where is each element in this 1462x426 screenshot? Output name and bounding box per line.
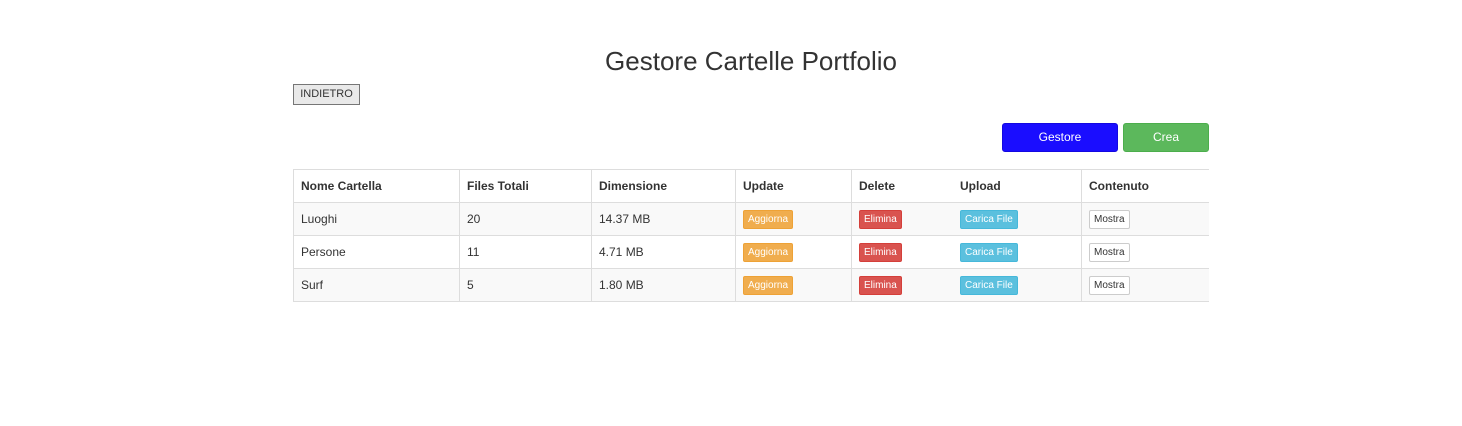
- upload-cell: Carica File: [953, 268, 1082, 302]
- create-folder-button[interactable]: Crea Cartella: [1123, 123, 1209, 171]
- upload-cell: Carica File: [953, 235, 1082, 269]
- header-total-files: Files Totali: [459, 169, 592, 203]
- delete-button[interactable]: Elimina: [859, 275, 902, 295]
- delete-button[interactable]: Elimina: [859, 242, 902, 262]
- header-upload: Upload: [953, 169, 1082, 203]
- update-cell: Aggiorna: [735, 268, 852, 302]
- update-button[interactable]: Aggiorna: [743, 209, 794, 229]
- folder-size: 1.80 MB: [591, 268, 736, 302]
- content-cell: Mostra: [1081, 202, 1209, 236]
- upload-button[interactable]: Carica File: [960, 275, 1018, 295]
- header-update: Update: [735, 169, 852, 203]
- content-cell: Mostra: [1081, 268, 1209, 302]
- folder-name: Luoghi: [293, 202, 460, 236]
- table-row: Surf 5 1.80 MB Aggiorna Elimina Carica F…: [293, 268, 1209, 302]
- upload-cell: Carica File: [953, 202, 1082, 236]
- files-count: 11: [459, 235, 592, 269]
- table-header-row: Nome Cartella Files Totali Dimensione Up…: [293, 169, 1209, 203]
- upload-button[interactable]: Carica File: [960, 242, 1018, 262]
- table-row: Persone 11 4.71 MB Aggiorna Elimina Cari…: [293, 235, 1209, 269]
- delete-cell: Elimina: [851, 268, 953, 302]
- header-size: Dimensione: [591, 169, 736, 203]
- folder-size: 4.71 MB: [591, 235, 736, 269]
- header-delete: Delete: [851, 169, 953, 203]
- delete-button[interactable]: Elimina: [859, 209, 902, 229]
- header-content: Contenuto: [1081, 169, 1209, 203]
- header-folder-name: Nome Cartella: [293, 169, 460, 203]
- update-cell: Aggiorna: [735, 235, 852, 269]
- show-button[interactable]: Mostra: [1089, 242, 1130, 262]
- content-cell: Mostra: [1081, 235, 1209, 269]
- upload-button[interactable]: Carica File: [960, 209, 1018, 229]
- captions-manager-button[interactable]: Gestore Didascalie: [1002, 123, 1118, 171]
- files-count: 5: [459, 268, 592, 302]
- page-title: Gestore Cartelle Portfolio: [605, 46, 897, 76]
- folder-name: Persone: [293, 235, 460, 269]
- back-button[interactable]: INDIETRO: [293, 84, 360, 105]
- toolbar: Gestore Didascalie Crea Cartella: [1002, 123, 1209, 171]
- update-button[interactable]: Aggiorna: [743, 242, 794, 262]
- update-button[interactable]: Aggiorna: [743, 275, 794, 295]
- folder-size: 14.37 MB: [591, 202, 736, 236]
- table-row: Luoghi 20 14.37 MB Aggiorna Elimina Cari…: [293, 202, 1209, 236]
- delete-cell: Elimina: [851, 202, 953, 236]
- delete-cell: Elimina: [851, 235, 953, 269]
- show-button[interactable]: Mostra: [1089, 209, 1130, 229]
- page: Gestore Cartelle Portfolio INDIETRO Gest…: [0, 0, 1462, 426]
- folders-table: Nome Cartella Files Totali Dimensione Up…: [293, 169, 1209, 302]
- folder-name: Surf: [293, 268, 460, 302]
- files-count: 20: [459, 202, 592, 236]
- update-cell: Aggiorna: [735, 202, 852, 236]
- show-button[interactable]: Mostra: [1089, 275, 1130, 295]
